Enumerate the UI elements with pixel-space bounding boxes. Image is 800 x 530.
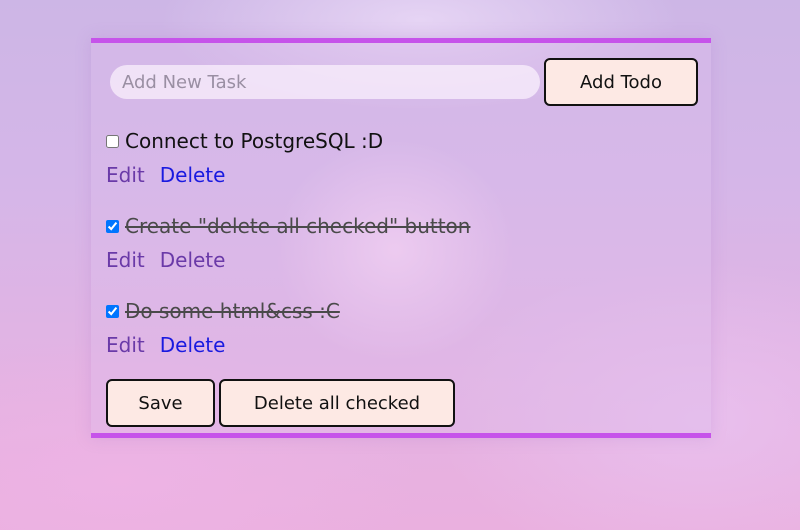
todo-checkbox[interactable] <box>106 134 119 148</box>
todo-text: Create "delete all checked" button <box>125 214 471 238</box>
todo-line: Connect to PostgreSQL :D <box>106 127 666 155</box>
todo-item: Connect to PostgreSQL :D Edit Delete <box>106 127 666 189</box>
delete-link[interactable]: Delete <box>160 333 226 357</box>
delete-all-checked-button[interactable]: Delete all checked <box>219 379 455 427</box>
todo-line: Create "delete all checked" button <box>106 212 666 240</box>
todo-text: Do some html&css :C <box>125 299 340 323</box>
delete-link[interactable]: Delete <box>160 248 226 272</box>
todo-item: Create "delete all checked" button Edit … <box>106 212 666 274</box>
todo-checkbox[interactable] <box>106 219 119 233</box>
todo-line: Do some html&css :C <box>106 297 666 325</box>
todo-actions: Edit Delete <box>106 331 666 359</box>
add-todo-button[interactable]: Add Todo <box>544 58 698 106</box>
todo-text: Connect to PostgreSQL :D <box>125 129 384 153</box>
todo-item: Do some html&css :C Edit Delete <box>106 297 666 359</box>
edit-link[interactable]: Edit <box>106 333 145 357</box>
todo-actions: Edit Delete <box>106 246 666 274</box>
new-task-input[interactable] <box>110 65 540 99</box>
edit-link[interactable]: Edit <box>106 163 145 187</box>
todo-card: Add Todo Connect to PostgreSQL :D Edit D… <box>91 38 711 438</box>
edit-link[interactable]: Edit <box>106 248 145 272</box>
save-button[interactable]: Save <box>106 379 215 427</box>
todo-checkbox[interactable] <box>106 304 119 318</box>
todo-actions: Edit Delete <box>106 161 666 189</box>
add-task-row: Add Todo <box>110 58 698 106</box>
delete-link[interactable]: Delete <box>160 163 226 187</box>
